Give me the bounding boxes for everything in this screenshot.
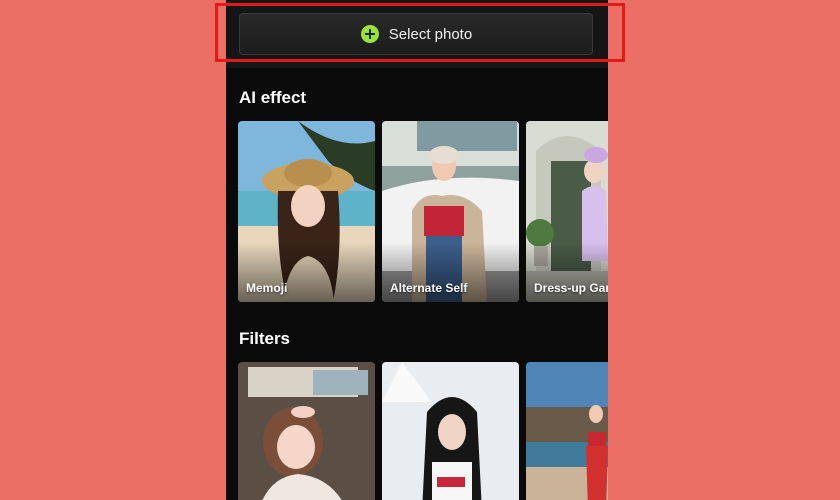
- top-bar: Select photo: [226, 0, 608, 68]
- filter-card-3[interactable]: [526, 362, 608, 500]
- filters-heading: Filters: [239, 329, 291, 348]
- select-photo-label: Select photo: [388, 25, 473, 43]
- card-label: Dress-up Gar: [534, 281, 608, 295]
- effect-card-memoji[interactable]: Memoji: [238, 121, 375, 302]
- card-label: Memoji: [246, 281, 288, 295]
- filter-thumbnail-2: [382, 362, 519, 500]
- effect-card-alternate-self[interactable]: Alternate Self: [382, 121, 519, 302]
- app-screen: Select photo AI effect Memoji Alternate …: [226, 0, 608, 500]
- plus-circle-icon: [360, 24, 380, 44]
- effect-card-dress-up[interactable]: Dress-up Gar: [526, 121, 608, 302]
- filter-thumbnail-3: [526, 362, 608, 500]
- filter-thumbnail-1: [238, 362, 375, 500]
- ai-effect-heading: AI effect: [239, 88, 307, 107]
- filter-card-2[interactable]: [382, 362, 519, 500]
- filter-card-1[interactable]: [238, 362, 375, 500]
- select-photo-button[interactable]: Select photo: [239, 13, 593, 55]
- card-label: Alternate Self: [390, 281, 468, 295]
